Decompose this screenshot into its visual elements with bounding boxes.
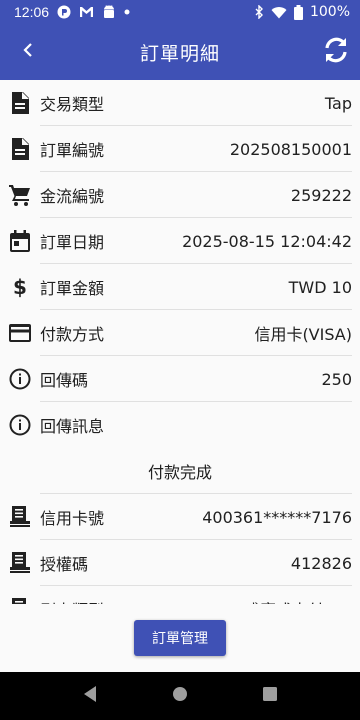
detail-row-order-amount: $ 訂單金額 TWD 10: [0, 264, 360, 310]
nav-home-button[interactable]: [168, 684, 192, 708]
app-badge-icon: [57, 5, 71, 19]
section-title: 付款完成: [147, 463, 212, 482]
detail-label: 付款方式: [40, 325, 105, 344]
detail-row-payment-method: 付款方式 信用卡(VISA): [0, 310, 360, 356]
nav-back-button[interactable]: [78, 684, 102, 708]
triangle-back-icon: [82, 685, 98, 707]
document-icon: [8, 91, 32, 115]
detail-value: 202508150001: [229, 139, 352, 159]
info-icon: [8, 413, 32, 437]
detail-value: 2025-08-15 12:04:42: [182, 231, 352, 251]
receipt-icon: [8, 505, 32, 529]
detail-value: TWD 10: [288, 277, 352, 297]
notification-dot-icon: [124, 9, 130, 15]
status-time: 12:06: [14, 4, 50, 20]
detail-label: 訂單金額: [40, 279, 105, 298]
order-management-button[interactable]: 訂單管理: [134, 620, 226, 656]
calendar-icon: [8, 229, 32, 253]
detail-value: 259222: [290, 185, 352, 205]
cart-icon: [8, 183, 32, 207]
detail-row-transaction-type: 交易類型 Tap: [0, 80, 360, 126]
bluetooth-icon: [254, 5, 264, 19]
status-bar: 12:06 100%: [0, 0, 360, 24]
detail-value: 412826: [290, 553, 352, 573]
detail-value: 信用卡(VISA): [254, 325, 352, 344]
app-bar: 訂單明細: [0, 24, 360, 80]
battery-icon: [293, 4, 303, 20]
detail-label: 交易類型: [40, 95, 105, 114]
android-icon: [102, 5, 116, 19]
refresh-icon: [321, 35, 351, 69]
square-recents-icon: [262, 686, 278, 706]
detail-label: 訂單編號: [40, 141, 105, 160]
document-icon: [8, 137, 32, 161]
detail-label: 回傳碼: [40, 371, 89, 390]
detail-label: 回傳訊息: [40, 417, 105, 436]
detail-row-card-number: 信用卡號 400361******7176: [0, 494, 360, 540]
detail-row-auth-code: 授權碼 412826: [0, 540, 360, 586]
detail-row-order-date: 訂單日期 2025-08-15 12:04:42: [0, 218, 360, 264]
bottom-action-area: 訂單管理: [0, 604, 360, 672]
detail-label: 授權碼: [40, 555, 89, 574]
nav-recents-button[interactable]: [258, 684, 282, 708]
refresh-button[interactable]: [316, 32, 356, 72]
credit-card-icon: [8, 321, 32, 345]
dollar-icon: $: [8, 275, 32, 299]
svg-text:$: $: [13, 276, 27, 298]
detail-row-return-message: 回傳訊息: [0, 402, 360, 448]
detail-label: 金流編號: [40, 187, 105, 206]
page-title: 訂單明細: [139, 42, 220, 65]
circle-home-icon: [172, 686, 188, 706]
wifi-icon: [271, 6, 287, 19]
detail-row-order-number: 訂單編號 202508150001: [0, 126, 360, 172]
gmail-icon: [79, 6, 94, 18]
payment-status-header: 付款完成: [0, 448, 360, 494]
detail-label: 訂單日期: [40, 233, 105, 252]
chevron-left-icon: [21, 42, 35, 62]
info-icon: [8, 367, 32, 391]
system-nav-bar: [0, 672, 360, 720]
battery-percent: 100%: [309, 4, 350, 20]
receipt-icon: [8, 551, 32, 575]
detail-value: Tap: [324, 93, 352, 113]
detail-value: 250: [321, 369, 352, 389]
detail-row-return-code: 回傳碼 250: [0, 356, 360, 402]
back-button[interactable]: [8, 32, 48, 72]
detail-row-payment-flow-number: 金流編號 259222: [0, 172, 360, 218]
order-detail-list[interactable]: 交易類型 Tap 訂單編號 202508150001 金流編號 259222 訂…: [0, 80, 360, 672]
detail-label: 信用卡號: [40, 509, 105, 528]
detail-value: 400361******7176: [202, 507, 352, 527]
